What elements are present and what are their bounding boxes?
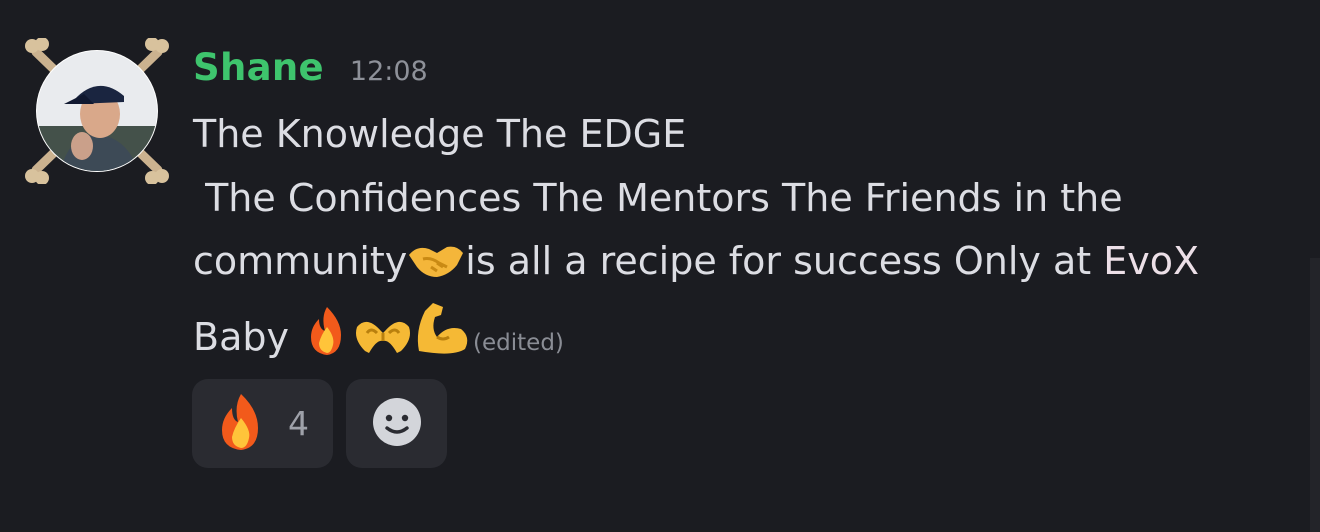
message-line-2: The Confidences The Mentors The Friends … — [193, 175, 1123, 220]
message-content: Shane 12:08 The Knowledge The EDGE The C… — [193, 46, 1273, 376]
edited-label: (edited) — [473, 329, 564, 356]
fire-emoji-icon — [301, 305, 353, 377]
message-line-4: Baby — [193, 314, 302, 359]
flexed-biceps-emoji-icon — [413, 301, 471, 377]
profile-photo — [36, 50, 158, 172]
smiley-face-icon — [371, 396, 423, 452]
fire-reaction-button[interactable]: 4 — [192, 379, 333, 468]
add-reaction-button[interactable] — [346, 379, 447, 468]
scrollbar[interactable] — [1310, 258, 1320, 532]
reaction-count: 4 — [288, 404, 309, 443]
username[interactable]: Shane — [193, 46, 324, 89]
chat-message: Shane 12:08 The Knowledge The EDGE The C… — [0, 0, 1320, 532]
message-body: The Knowledge The EDGE The Confidences T… — [193, 103, 1273, 376]
fire-icon — [214, 392, 268, 456]
reactions-bar: 4 — [192, 379, 447, 468]
handshake-emoji-icon — [407, 237, 465, 301]
heart-hands-emoji-icon — [353, 313, 413, 377]
message-line-3-start: community — [193, 239, 408, 283]
message-line-3-end: is all a recipe for success Only at — [465, 239, 1104, 283]
avatar[interactable] — [24, 38, 170, 184]
timestamp[interactable]: 12:08 — [350, 56, 428, 87]
message-line-1: The Knowledge The EDGE — [193, 112, 687, 156]
server-name-text: EvoX — [1103, 239, 1199, 283]
message-header: Shane 12:08 — [193, 46, 1273, 102]
